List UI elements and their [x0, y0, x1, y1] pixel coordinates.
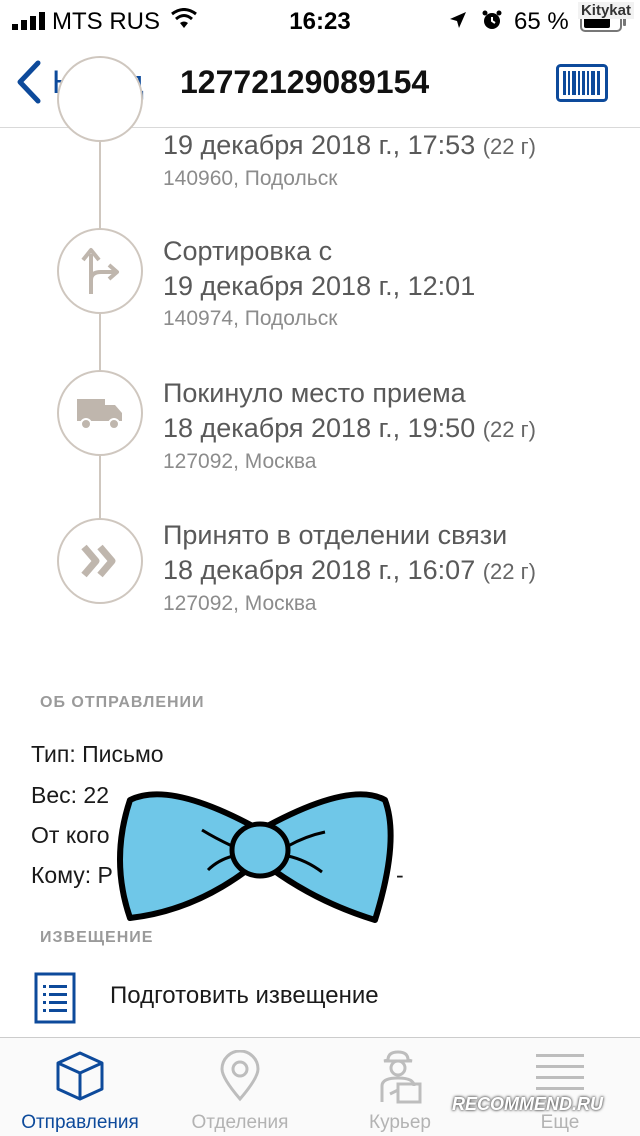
tab-more[interactable]: Еще — [480, 1038, 640, 1136]
timeline-line — [99, 128, 101, 558]
event-date: 18 декабря 2018 г., 16:07 (22 г) — [163, 555, 536, 585]
tab-bar: Отправления Отделения Курьер Еще — [0, 1037, 640, 1136]
timeline-event: Сортировка с 19 декабря 2018 г., 12:01 1… — [163, 234, 623, 334]
event-place: 127092, Москва — [163, 450, 317, 473]
event-title: Покинуло место приема — [163, 378, 466, 408]
tab-label: Еще — [540, 1112, 580, 1133]
shipment-recipient: Кому: Р — [31, 862, 113, 888]
prepare-notice-label: Подготовить извещение — [110, 982, 379, 1009]
package-icon — [56, 1051, 104, 1101]
event-weight: (22 г) — [482, 417, 536, 442]
tab-label: Отправления — [21, 1112, 139, 1133]
menu-lines-icon — [536, 1054, 584, 1090]
tab-offices[interactable]: Отделения — [160, 1038, 320, 1136]
truck-icon — [57, 370, 143, 456]
event-date: 18 декабря 2018 г., 19:50 (22 г) — [163, 413, 536, 443]
watermark-kitykat: Kitykat — [577, 2, 634, 19]
tab-label: Отделения — [191, 1112, 289, 1133]
watermark-recommend: RECOMMEND.RU — [452, 1094, 603, 1114]
location-arrow-icon — [450, 12, 466, 28]
notice-section-header: ИЗВЕЩЕНИЕ — [40, 929, 154, 946]
status-bar: MTS RUS 16:23 65 % Kitykat — [0, 0, 640, 40]
shipment-sender: От кого — [31, 822, 110, 848]
shipment-weight: Вес: 22 — [31, 782, 109, 808]
tab-label: Курьер — [369, 1112, 431, 1133]
alarm-icon — [482, 10, 502, 29]
shipment-section-header: ОБ ОТПРАВЛЕНИИ — [40, 694, 205, 711]
event-place: 140974, Подольск — [163, 307, 338, 330]
tab-shipments[interactable]: Отправления — [0, 1038, 160, 1136]
courier-icon — [380, 1050, 422, 1104]
location-pin-icon — [220, 1050, 260, 1102]
event-date: 19 декабря 2018 г., 12:01 — [163, 271, 476, 301]
event-weight: (22 г) — [482, 134, 536, 159]
battery-percent: 65 % — [514, 8, 569, 35]
timeline-event: Принято в отделении связи 18 декабря 201… — [163, 518, 623, 619]
timeline-event: Покинуло место приема 18 декабря 2018 г.… — [163, 376, 623, 477]
event-weight: (22 г) — [482, 559, 536, 584]
double-chevron-icon — [57, 518, 143, 604]
shipment-type: Тип: Письмо — [31, 741, 164, 767]
sorting-arrow-icon — [57, 228, 143, 314]
event-title: Сортировка с — [163, 236, 333, 266]
tab-courier[interactable]: Курьер — [320, 1038, 480, 1136]
event-title: Принято в отделении связи — [163, 520, 508, 550]
prepare-notice-button[interactable]: Подготовить извещение — [0, 966, 640, 1032]
event-place: 127092, Москва — [163, 592, 317, 615]
event-place: 140960, Подольск — [163, 167, 338, 190]
timeline-event: 19 декабря 2018 г., 17:53 (22 г) 140960,… — [163, 128, 623, 194]
event-date: 19 декабря 2018 г., 17:53 (22 г) — [163, 130, 536, 160]
bowtie-sticker — [117, 791, 394, 923]
document-list-icon — [34, 972, 76, 1024]
